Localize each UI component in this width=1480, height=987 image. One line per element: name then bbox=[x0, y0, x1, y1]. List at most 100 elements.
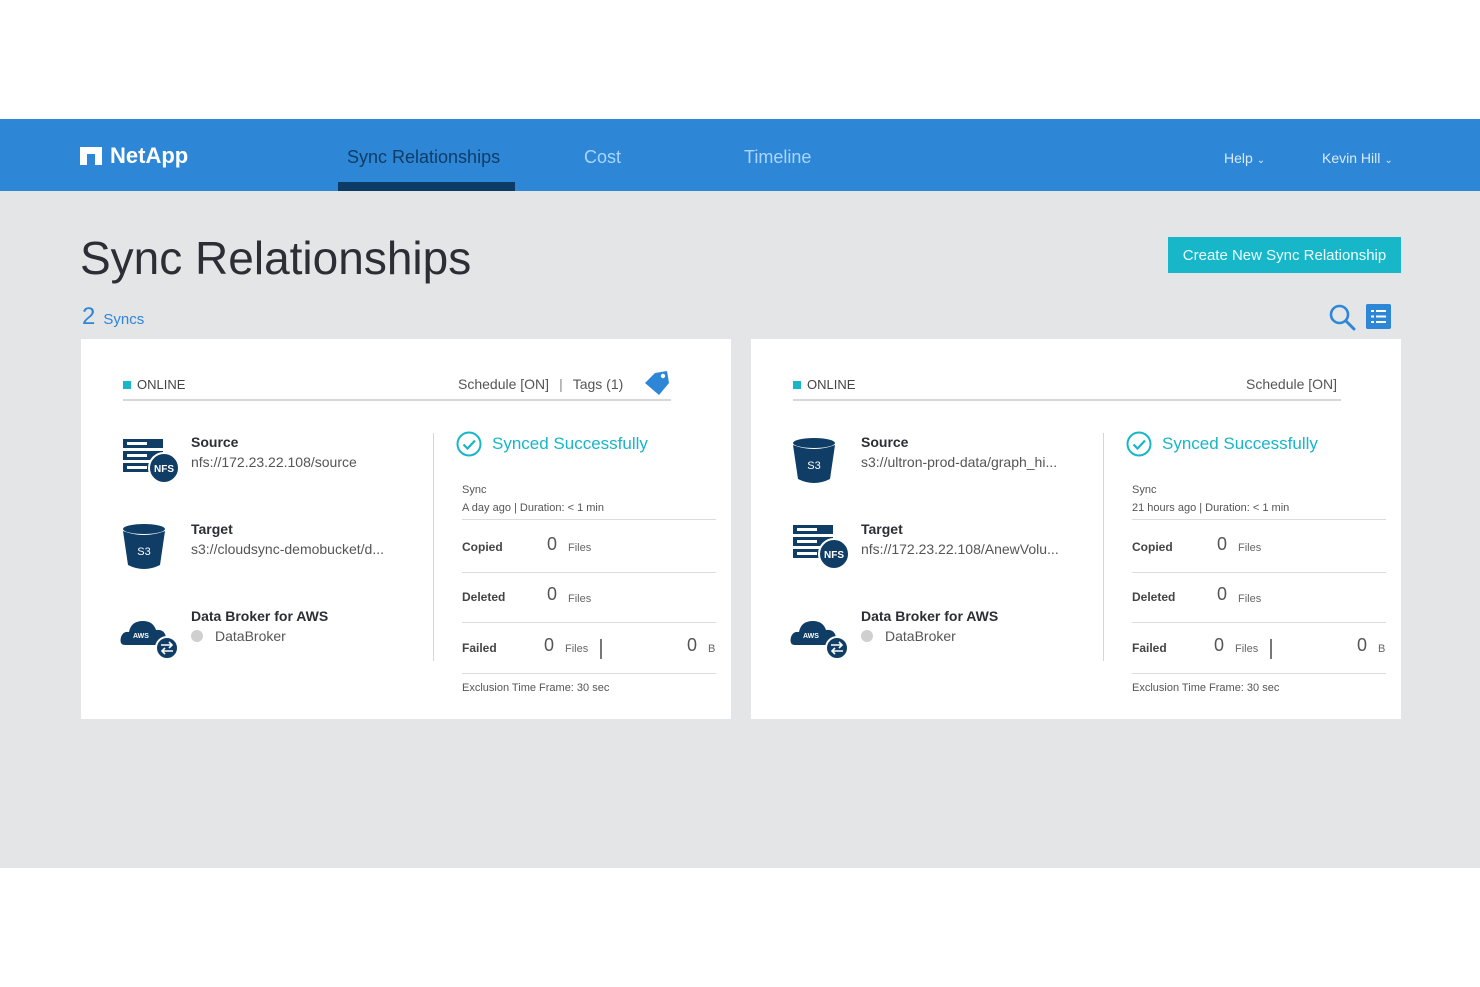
sync-card[interactable]: ONLINE Schedule [ON] | Tags (1) NFS Source… bbox=[81, 339, 731, 719]
brand-name: NetApp bbox=[110, 143, 189, 168]
source-path: s3://ultron-prod-data/graph_hi... bbox=[861, 454, 1058, 470]
failed-bytes-unit: B bbox=[1378, 643, 1386, 655]
deleted-value: 0 bbox=[547, 584, 558, 604]
tab-cost[interactable]: Cost bbox=[584, 147, 621, 168]
sync-count: 2 Syncs bbox=[82, 303, 144, 331]
divider bbox=[1132, 519, 1386, 520]
netapp-logo-icon bbox=[80, 147, 102, 165]
tab-timeline[interactable]: Timeline bbox=[744, 147, 811, 168]
sync-info: 21 hours ago | Duration: < 1 min bbox=[1132, 502, 1290, 514]
check-circle-icon bbox=[1126, 431, 1152, 457]
svg-text:AWS: AWS bbox=[133, 633, 149, 640]
divider bbox=[123, 399, 671, 401]
svg-text:S3: S3 bbox=[807, 460, 820, 472]
broker-title: Data Broker for AWS bbox=[861, 608, 999, 624]
source-path: nfs://172.23.22.108/source bbox=[191, 454, 357, 470]
online-status-icon bbox=[123, 380, 131, 389]
schedule-toggle[interactable]: Schedule [ON] bbox=[458, 376, 549, 392]
aws-cloud-icon: AWS bbox=[120, 621, 179, 660]
divider bbox=[462, 572, 716, 573]
sync-result: Synced Successfully bbox=[1126, 431, 1318, 457]
divider: | bbox=[559, 376, 563, 392]
failed-value: 0 bbox=[1214, 635, 1225, 655]
divider bbox=[1132, 572, 1386, 573]
user-menu[interactable]: Kevin Hill ⌄ bbox=[1322, 150, 1393, 166]
status-label: ONLINE bbox=[137, 377, 186, 392]
divider bbox=[1132, 622, 1386, 623]
divider bbox=[462, 519, 716, 520]
tab-sync-relationships[interactable]: Sync Relationships bbox=[347, 147, 500, 168]
target-path: s3://cloudsync-demobucket/d... bbox=[191, 541, 384, 557]
tag-icon[interactable] bbox=[641, 369, 671, 397]
sync-count-number: 2 bbox=[82, 303, 96, 330]
online-status-icon bbox=[793, 380, 801, 389]
sync-result-label: Synced Successfully bbox=[1162, 434, 1318, 453]
target-path: nfs://172.23.22.108/AnewVolu... bbox=[861, 541, 1059, 557]
s3-bucket-icon: S3 bbox=[793, 438, 835, 483]
top-navigation: NetApp Sync Relationships Cost Timeline … bbox=[0, 119, 1480, 191]
divider bbox=[1132, 673, 1386, 674]
failed-label: Failed bbox=[462, 641, 497, 655]
divider bbox=[462, 673, 716, 674]
copied-value: 0 bbox=[547, 534, 558, 554]
create-sync-relationship-button[interactable]: Create New Sync Relationship bbox=[1168, 237, 1401, 273]
svg-text:S3: S3 bbox=[137, 546, 150, 558]
target-title: Target bbox=[191, 521, 233, 537]
sync-label: Sync bbox=[462, 484, 487, 496]
copied-unit: Files bbox=[568, 542, 592, 554]
search-icon[interactable] bbox=[1328, 303, 1356, 331]
exclusion-time-frame: Exclusion Time Frame: 30 sec bbox=[462, 682, 610, 694]
failed-bytes-value: 0 bbox=[1357, 635, 1368, 655]
tags-link[interactable]: Tags (1) bbox=[573, 376, 624, 392]
failed-unit: Files bbox=[565, 643, 589, 655]
sync-count-label: Syncs bbox=[103, 311, 145, 328]
failed-value: 0 bbox=[544, 635, 555, 655]
info-icon[interactable] bbox=[861, 630, 873, 642]
copied-label: Copied bbox=[462, 540, 503, 554]
divider bbox=[793, 399, 1341, 401]
broker-name: DataBroker bbox=[885, 628, 956, 644]
deleted-unit: Files bbox=[1238, 593, 1262, 605]
sync-result-label: Synced Successfully bbox=[492, 434, 648, 453]
svg-text:NFS: NFS bbox=[154, 464, 174, 475]
copied-label: Copied bbox=[1132, 540, 1173, 554]
info-icon[interactable] bbox=[191, 630, 203, 642]
divider bbox=[433, 433, 434, 661]
schedule-tags: Schedule [ON] | Tags (1) bbox=[458, 376, 623, 392]
list-view-icon[interactable] bbox=[1366, 304, 1391, 329]
deleted-unit: Files bbox=[568, 593, 592, 605]
deleted-label: Deleted bbox=[462, 590, 506, 604]
broker-title: Data Broker for AWS bbox=[191, 608, 329, 624]
netapp-logo[interactable]: NetApp bbox=[80, 143, 188, 169]
sync-result: Synced Successfully bbox=[456, 431, 648, 457]
user-name: Kevin Hill bbox=[1322, 150, 1381, 166]
schedule-toggle[interactable]: Schedule [ON] bbox=[1246, 376, 1337, 392]
nfs-server-icon: NFS bbox=[123, 439, 180, 484]
status-badge: ONLINE bbox=[793, 377, 855, 392]
broker-info: DataBroker bbox=[861, 628, 956, 644]
source-title: Source bbox=[861, 434, 909, 450]
chevron-down-icon: ⌄ bbox=[1384, 155, 1393, 166]
copied-value: 0 bbox=[1217, 534, 1228, 554]
divider bbox=[600, 639, 602, 659]
s3-bucket-icon: S3 bbox=[123, 524, 165, 569]
broker-name: DataBroker bbox=[215, 628, 286, 644]
deleted-label: Deleted bbox=[1132, 590, 1176, 604]
target-title: Target bbox=[861, 521, 903, 537]
source-title: Source bbox=[191, 434, 239, 450]
failed-bytes-value: 0 bbox=[687, 635, 698, 655]
svg-text:NFS: NFS bbox=[824, 550, 844, 561]
status-badge: ONLINE bbox=[123, 377, 185, 392]
failed-unit: Files bbox=[1235, 643, 1259, 655]
check-circle-icon bbox=[456, 431, 482, 457]
help-menu[interactable]: Help ⌄ bbox=[1224, 150, 1265, 166]
sync-label: Sync bbox=[1132, 484, 1157, 496]
app-frame: NetApp Sync Relationships Cost Timeline … bbox=[0, 119, 1480, 868]
page-title: Sync Relationships bbox=[80, 232, 472, 284]
broker-info: DataBroker bbox=[191, 628, 286, 644]
sync-card[interactable]: ONLINE Schedule [ON] S3 Source s3://ultr… bbox=[751, 339, 1401, 719]
status-label: ONLINE bbox=[807, 377, 856, 392]
nfs-server-icon: NFS bbox=[793, 525, 850, 570]
exclusion-time-frame: Exclusion Time Frame: 30 sec bbox=[1132, 682, 1280, 694]
svg-text:AWS: AWS bbox=[803, 633, 819, 640]
